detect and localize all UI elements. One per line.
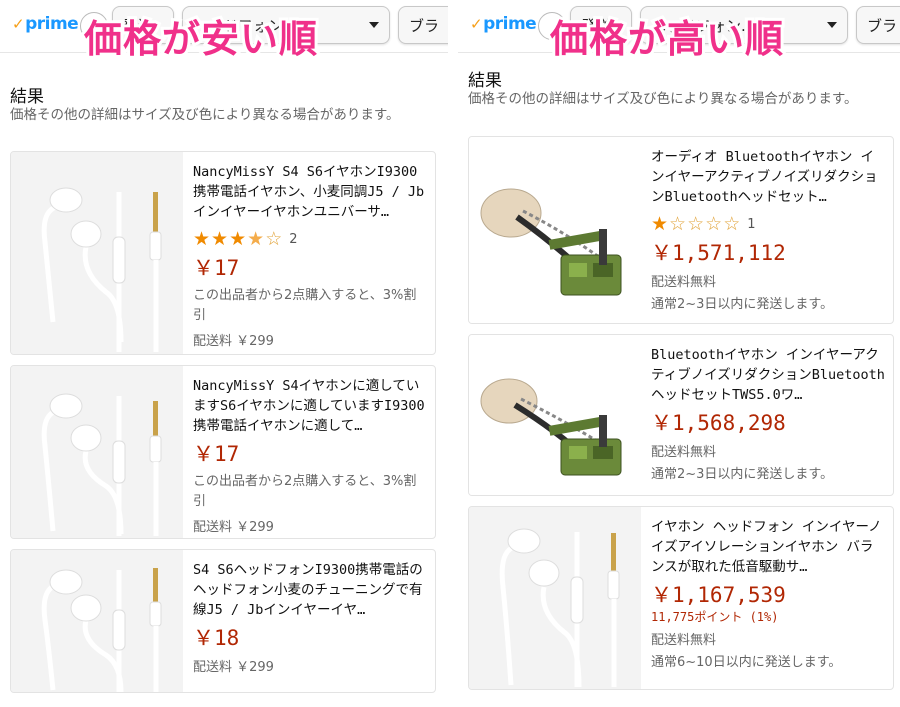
product-image-earphones[interactable] [469,507,641,689]
delivery-estimate: 通常2~3日以内に発送します。 [651,467,834,482]
star-empty-icon: ☆ [687,213,705,235]
product-image-earphones[interactable] [11,152,183,354]
shipping-fee: 配送料無料 [651,633,717,648]
shipping-fee: 配送料 ￥299 [193,334,274,349]
earphones-illustration [11,366,183,538]
chevron-down-icon [827,22,837,28]
delivery-estimate: 通常2~3日以内に発送します。 [651,297,834,312]
prime-filter[interactable]: ✓prime [470,14,537,34]
right-panel-high-to-low: ✓prime 発送 ヘッドフォン... ブラ 価格が高い順 結果 価格その他の詳… [458,0,900,707]
results-note: 価格その他の詳細はサイズ及び色により異なる場合があります。 [468,91,858,107]
star-full-icon: ★ [193,228,211,250]
product-image-metal-detector[interactable] [469,137,641,323]
product-title[interactable]: Bluetoothイヤホン インイヤーアクティブノイズリダクションBluetoo… [651,345,885,405]
check-icon: ✓ [12,15,25,33]
left-panel-low-to-high: ✓prime 発送 ヘッドフォン... ブラ 価格が安い順 結果 価格その他の詳… [0,0,448,707]
sort-overlay-title: 価格が安い順 [81,14,320,64]
rating-count: 1 [747,216,756,232]
product-title[interactable]: NancyMissY S4イヤホンに適していますS6イヤホンに適していますI93… [193,376,427,436]
filter-brand-button[interactable]: ブラ [856,6,900,44]
product-card[interactable]: Bluetoothイヤホン インイヤーアクティブノイズリダクションBluetoo… [468,334,894,496]
sort-overlay-title: 価格が高い順 [547,14,786,64]
panel-divider [448,0,458,707]
star-full-icon: ★ [651,213,669,235]
product-title[interactable]: S4 S6ヘッドフォンI9300携帯電話のヘッドフォン小麦のチューニングで有線J… [193,560,427,620]
product-card[interactable]: イヤホン ヘッドフォン インイヤーノイズアイソレーションイヤホン バランスが取れ… [468,506,894,690]
product-image-earphones[interactable] [11,550,183,692]
filter-brand-button[interactable]: ブラ [398,6,448,44]
star-empty-icon: ☆ [723,213,741,235]
product-image-earphones[interactable] [11,366,183,538]
shipping-fee: 配送料 ￥299 [193,660,274,675]
check-icon: ✓ [470,15,483,33]
results-note: 価格その他の詳細はサイズ及び色により異なる場合があります。 [10,107,400,123]
shipping-fee: 配送料無料 [651,275,717,290]
product-card[interactable]: NancyMissY S4 S6イヤホンI9300携帯電話イヤホン、小麦同調J5… [10,151,436,355]
earphones-illustration [11,550,183,692]
product-card[interactable]: NancyMissY S4イヤホンに適していますS6イヤホンに適していますI93… [10,365,436,539]
earphones-illustration [11,152,183,354]
star-empty-icon: ☆ [705,213,723,235]
shipping-fee: 配送料 ￥299 [193,520,274,535]
product-price: ￥1,571,112 [651,241,786,265]
star-full-icon: ★ [229,228,247,250]
metal-detector-illustration [469,335,641,495]
product-price: ￥17 [193,256,240,280]
chevron-down-icon [369,22,379,28]
product-price: ￥1,167,539 [651,583,786,607]
star-rating[interactable]: ★ ★ ★ ★ ☆ 2 [193,228,427,250]
metal-detector-illustration [469,137,641,323]
product-title[interactable]: オーディオ Bluetoothイヤホン インイヤーアクティブノイズリダクションB… [651,147,885,207]
star-empty-icon: ☆ [265,228,283,250]
earphones-illustration [469,507,641,689]
rating-count: 2 [289,231,298,247]
prime-filter[interactable]: ✓prime [12,14,79,34]
star-rating[interactable]: ★ ☆ ☆ ☆ ☆ 1 [651,213,885,235]
reward-points: 11,775ポイント (1%) [651,610,779,624]
star-full-icon: ★ [211,228,229,250]
product-card[interactable]: オーディオ Bluetoothイヤホン インイヤーアクティブノイズリダクションB… [468,136,894,324]
product-card[interactable]: S4 S6ヘッドフォンI9300携帯電話のヘッドフォン小麦のチューニングで有線J… [10,549,436,693]
product-price: ￥1,568,298 [651,411,786,435]
results-heading: 結果 [468,71,502,91]
star-half-icon: ★ [247,228,265,250]
product-title[interactable]: NancyMissY S4 S6イヤホンI9300携帯電話イヤホン、小麦同調J5… [193,162,427,222]
product-price: ￥18 [193,626,240,650]
discount-note: この出品者から2点購入すると、3%割引 [193,288,417,323]
delivery-estimate: 通常6~10日以内に発送します。 [651,655,842,670]
shipping-fee: 配送料無料 [651,445,717,460]
product-price: ￥17 [193,442,240,466]
product-title[interactable]: イヤホン ヘッドフォン インイヤーノイズアイソレーションイヤホン バランスが取れ… [651,517,885,577]
star-empty-icon: ☆ [669,213,687,235]
discount-note: この出品者から2点購入すると、3%割引 [193,474,417,509]
results-heading: 結果 [10,87,44,107]
product-image-metal-detector[interactable] [469,335,641,495]
